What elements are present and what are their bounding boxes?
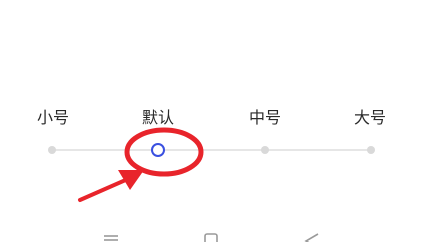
- font-size-settings-screen: 小号 默认 中号 大号: [0, 0, 423, 242]
- back-icon[interactable]: [304, 233, 319, 242]
- arrow-shaft: [78, 176, 132, 202]
- highlight-circle: [124, 127, 204, 177]
- home-icon[interactable]: [204, 233, 218, 242]
- red-annotation: [78, 127, 204, 202]
- navigation-bar: [104, 233, 319, 242]
- menu-icon[interactable]: [104, 235, 118, 241]
